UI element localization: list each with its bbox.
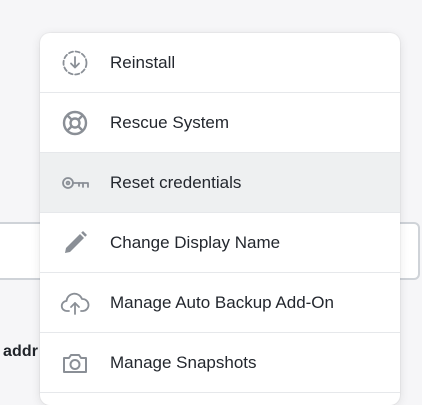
background-field-label: addr	[3, 343, 39, 360]
cloud-upload-icon	[60, 288, 90, 318]
reinstall-download-icon	[60, 48, 90, 78]
menu-item-change-display-name[interactable]: Change Display Name	[40, 213, 400, 273]
key-icon	[60, 168, 90, 198]
menu-item-label: Change Display Name	[110, 233, 281, 252]
menu-item-reinstall[interactable]: Reinstall	[40, 33, 400, 93]
menu-item-manage-snapshots[interactable]: Manage Snapshots	[40, 333, 400, 393]
lifebuoy-icon	[60, 108, 90, 138]
menu-item-label: Reinstall	[110, 53, 176, 72]
menu-item-label: Rescue System	[110, 113, 230, 132]
menu-item-label: Manage Snapshots	[110, 353, 257, 372]
camera-icon	[60, 348, 90, 378]
menu-item-reset-credentials[interactable]: Reset credentials	[40, 153, 400, 213]
menu-item-rescue-system[interactable]: Rescue System	[40, 93, 400, 153]
menu-item-label: Reset credentials	[110, 173, 242, 192]
menu-item-manage-auto-backup[interactable]: Manage Auto Backup Add-On	[40, 273, 400, 333]
pencil-icon	[60, 228, 90, 258]
menu-item-label: Manage Auto Backup Add-On	[110, 293, 334, 312]
actions-dropdown-menu: Reinstall Rescue System Reset credential…	[40, 33, 400, 405]
